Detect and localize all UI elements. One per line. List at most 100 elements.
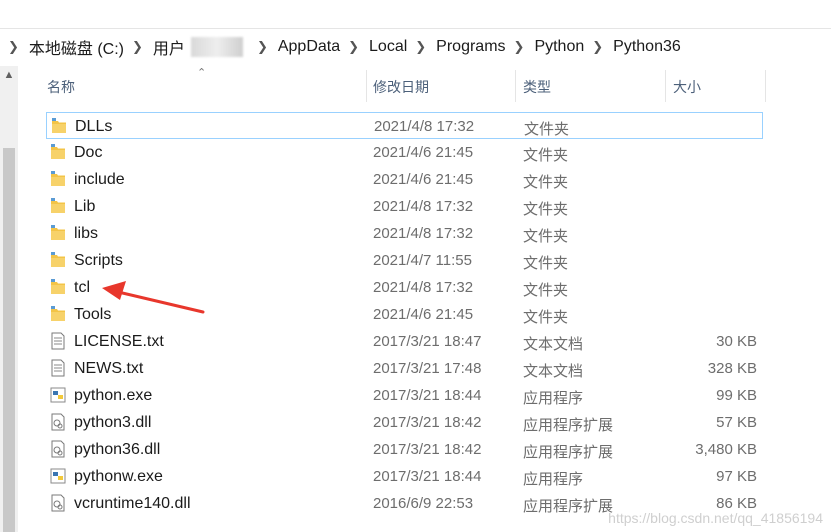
title-strip xyxy=(0,0,831,29)
address-bar[interactable]: ❯ 本地磁盘 (C:) ❯ 用户 ❯ AppData ❯ Local ❯ Pro… xyxy=(0,30,831,64)
file-name: Doc xyxy=(74,144,103,161)
file-date: 2021/4/6 21:45 xyxy=(373,171,474,188)
file-row[interactable]: Doc 2021/4/6 21:45 文件夹 xyxy=(46,139,761,166)
folder-icon xyxy=(51,117,67,135)
file-size: 30 KB xyxy=(716,333,757,350)
file-name: python.exe xyxy=(74,387,153,404)
breadcrumb-item-drive[interactable]: 本地磁盘 (C:) xyxy=(29,35,124,59)
file-type: 文件夹 xyxy=(523,147,569,164)
file-date: 2021/4/8 17:32 xyxy=(374,118,475,135)
file-date: 2021/4/6 21:45 xyxy=(373,306,474,323)
file-type: 文本文档 xyxy=(523,363,584,380)
file-row[interactable]: NEWS.txt 2017/3/21 17:48 文本文档 328 KB xyxy=(46,355,761,382)
chevron-right-icon[interactable]: ❯ xyxy=(514,39,525,55)
breadcrumb-item-programs[interactable]: Programs xyxy=(436,38,505,56)
column-divider[interactable] xyxy=(515,70,516,102)
file-name: Lib xyxy=(74,198,96,215)
scroll-up-icon[interactable]: ▲ xyxy=(0,66,18,84)
dll-icon xyxy=(50,440,66,458)
chevron-right-icon[interactable]: ❯ xyxy=(132,39,143,55)
sort-ascending-icon: ⌃ xyxy=(197,67,207,79)
folder-icon xyxy=(50,224,66,242)
dll-icon xyxy=(50,413,66,431)
chevron-right-icon[interactable]: ❯ xyxy=(8,39,19,55)
file-type: 文件夹 xyxy=(523,255,569,272)
file-name: LICENSE.txt xyxy=(74,333,164,350)
file-type: 文件夹 xyxy=(524,121,570,138)
file-date: 2017/3/21 18:44 xyxy=(373,387,482,404)
file-row[interactable]: Lib 2021/4/8 17:32 文件夹 xyxy=(46,193,761,220)
file-row[interactable]: pythonw.exe 2017/3/21 18:44 应用程序 97 KB xyxy=(46,463,761,490)
folder-icon xyxy=(50,278,66,296)
column-header-date[interactable]: 修改日期 xyxy=(373,70,429,102)
file-date: 2017/3/21 18:42 xyxy=(373,414,482,431)
file-size: 3,480 KB xyxy=(695,441,757,458)
file-size: 99 KB xyxy=(716,387,757,404)
column-header-type[interactable]: 类型 xyxy=(523,70,551,102)
breadcrumb-item-python[interactable]: Python xyxy=(534,38,584,56)
file-date: 2017/3/21 18:47 xyxy=(373,333,482,350)
file-row[interactable]: tcl 2021/4/8 17:32 文件夹 xyxy=(46,274,761,301)
file-date: 2021/4/8 17:32 xyxy=(373,198,474,215)
file-type: 应用程序扩展 xyxy=(523,444,614,461)
breadcrumb-item-appdata[interactable]: AppData xyxy=(278,38,340,56)
file-name: pythonw.exe xyxy=(74,468,163,485)
file-type: 文本文档 xyxy=(523,336,584,353)
column-divider[interactable] xyxy=(665,70,666,102)
file-size: 328 KB xyxy=(707,360,757,377)
chevron-right-icon[interactable]: ❯ xyxy=(348,39,359,55)
python-exe-icon xyxy=(50,467,66,485)
file-name: Scripts xyxy=(74,252,123,269)
file-type: 应用程序扩展 xyxy=(523,417,614,434)
watermark: https://blog.csdn.net/qq_41856194 xyxy=(608,510,823,526)
folder-icon xyxy=(50,305,66,323)
file-row[interactable]: Scripts 2021/4/7 11:55 文件夹 xyxy=(46,247,761,274)
chevron-right-icon[interactable]: ❯ xyxy=(415,39,426,55)
column-header-size[interactable]: 大小 xyxy=(673,70,701,102)
file-date: 2021/4/8 17:32 xyxy=(373,225,474,242)
breadcrumb-item-users[interactable]: 用户 xyxy=(153,35,185,59)
file-name: tcl xyxy=(74,279,90,296)
file-name: vcruntime140.dll xyxy=(74,495,191,512)
blurred-username[interactable] xyxy=(190,37,243,57)
file-date: 2017/3/21 18:42 xyxy=(373,441,482,458)
file-row[interactable]: python.exe 2017/3/21 18:44 应用程序 99 KB xyxy=(46,382,761,409)
chevron-right-icon[interactable]: ❯ xyxy=(592,39,603,55)
file-name: DLLs xyxy=(75,118,113,135)
file-type: 应用程序 xyxy=(523,471,584,488)
column-divider[interactable] xyxy=(765,70,766,102)
file-row[interactable]: python36.dll 2017/3/21 18:42 应用程序扩展 3,480 K… xyxy=(46,436,761,463)
dll-icon xyxy=(50,494,66,512)
file-type: 应用程序扩展 xyxy=(523,498,614,515)
chevron-right-icon[interactable]: ❯ xyxy=(257,39,268,55)
folder-icon xyxy=(50,197,66,215)
text-file-icon xyxy=(50,359,66,377)
file-type: 应用程序 xyxy=(523,390,584,407)
file-row[interactable]: libs 2021/4/8 17:32 文件夹 xyxy=(46,220,761,247)
vertical-scrollbar[interactable]: ▲ xyxy=(0,66,18,532)
file-date: 2016/6/9 22:53 xyxy=(373,495,474,512)
file-size: 57 KB xyxy=(716,414,757,431)
text-file-icon xyxy=(50,332,66,350)
file-date: 2021/4/8 17:32 xyxy=(373,279,474,296)
file-name: libs xyxy=(74,225,99,242)
file-name: Tools xyxy=(74,306,112,323)
file-date: 2017/3/21 18:44 xyxy=(373,468,482,485)
column-divider[interactable] xyxy=(366,70,367,102)
breadcrumb-item-local[interactable]: Local xyxy=(369,38,407,56)
file-row[interactable]: Tools 2021/4/6 21:45 文件夹 xyxy=(46,301,761,328)
file-name: python36.dll xyxy=(74,441,161,458)
breadcrumb-item-python36[interactable]: Python36 xyxy=(613,38,681,56)
column-header-name[interactable]: 名称 xyxy=(47,70,75,102)
file-type: 文件夹 xyxy=(523,201,569,218)
file-name: NEWS.txt xyxy=(74,360,144,377)
folder-icon xyxy=(50,251,66,269)
scrollbar-thumb[interactable] xyxy=(3,148,15,532)
file-row[interactable]: include 2021/4/6 21:45 文件夹 xyxy=(46,166,761,193)
file-row[interactable]: python3.dll 2017/3/21 18:42 应用程序扩展 57 KB xyxy=(46,409,761,436)
file-row[interactable]: DLLs 2021/4/8 17:32 文件夹 xyxy=(46,112,763,139)
file-type: 文件夹 xyxy=(523,174,569,191)
file-date: 2021/4/6 21:45 xyxy=(373,144,474,161)
file-type: 文件夹 xyxy=(523,282,569,299)
file-row[interactable]: LICENSE.txt 2017/3/21 18:47 文本文档 30 KB xyxy=(46,328,761,355)
